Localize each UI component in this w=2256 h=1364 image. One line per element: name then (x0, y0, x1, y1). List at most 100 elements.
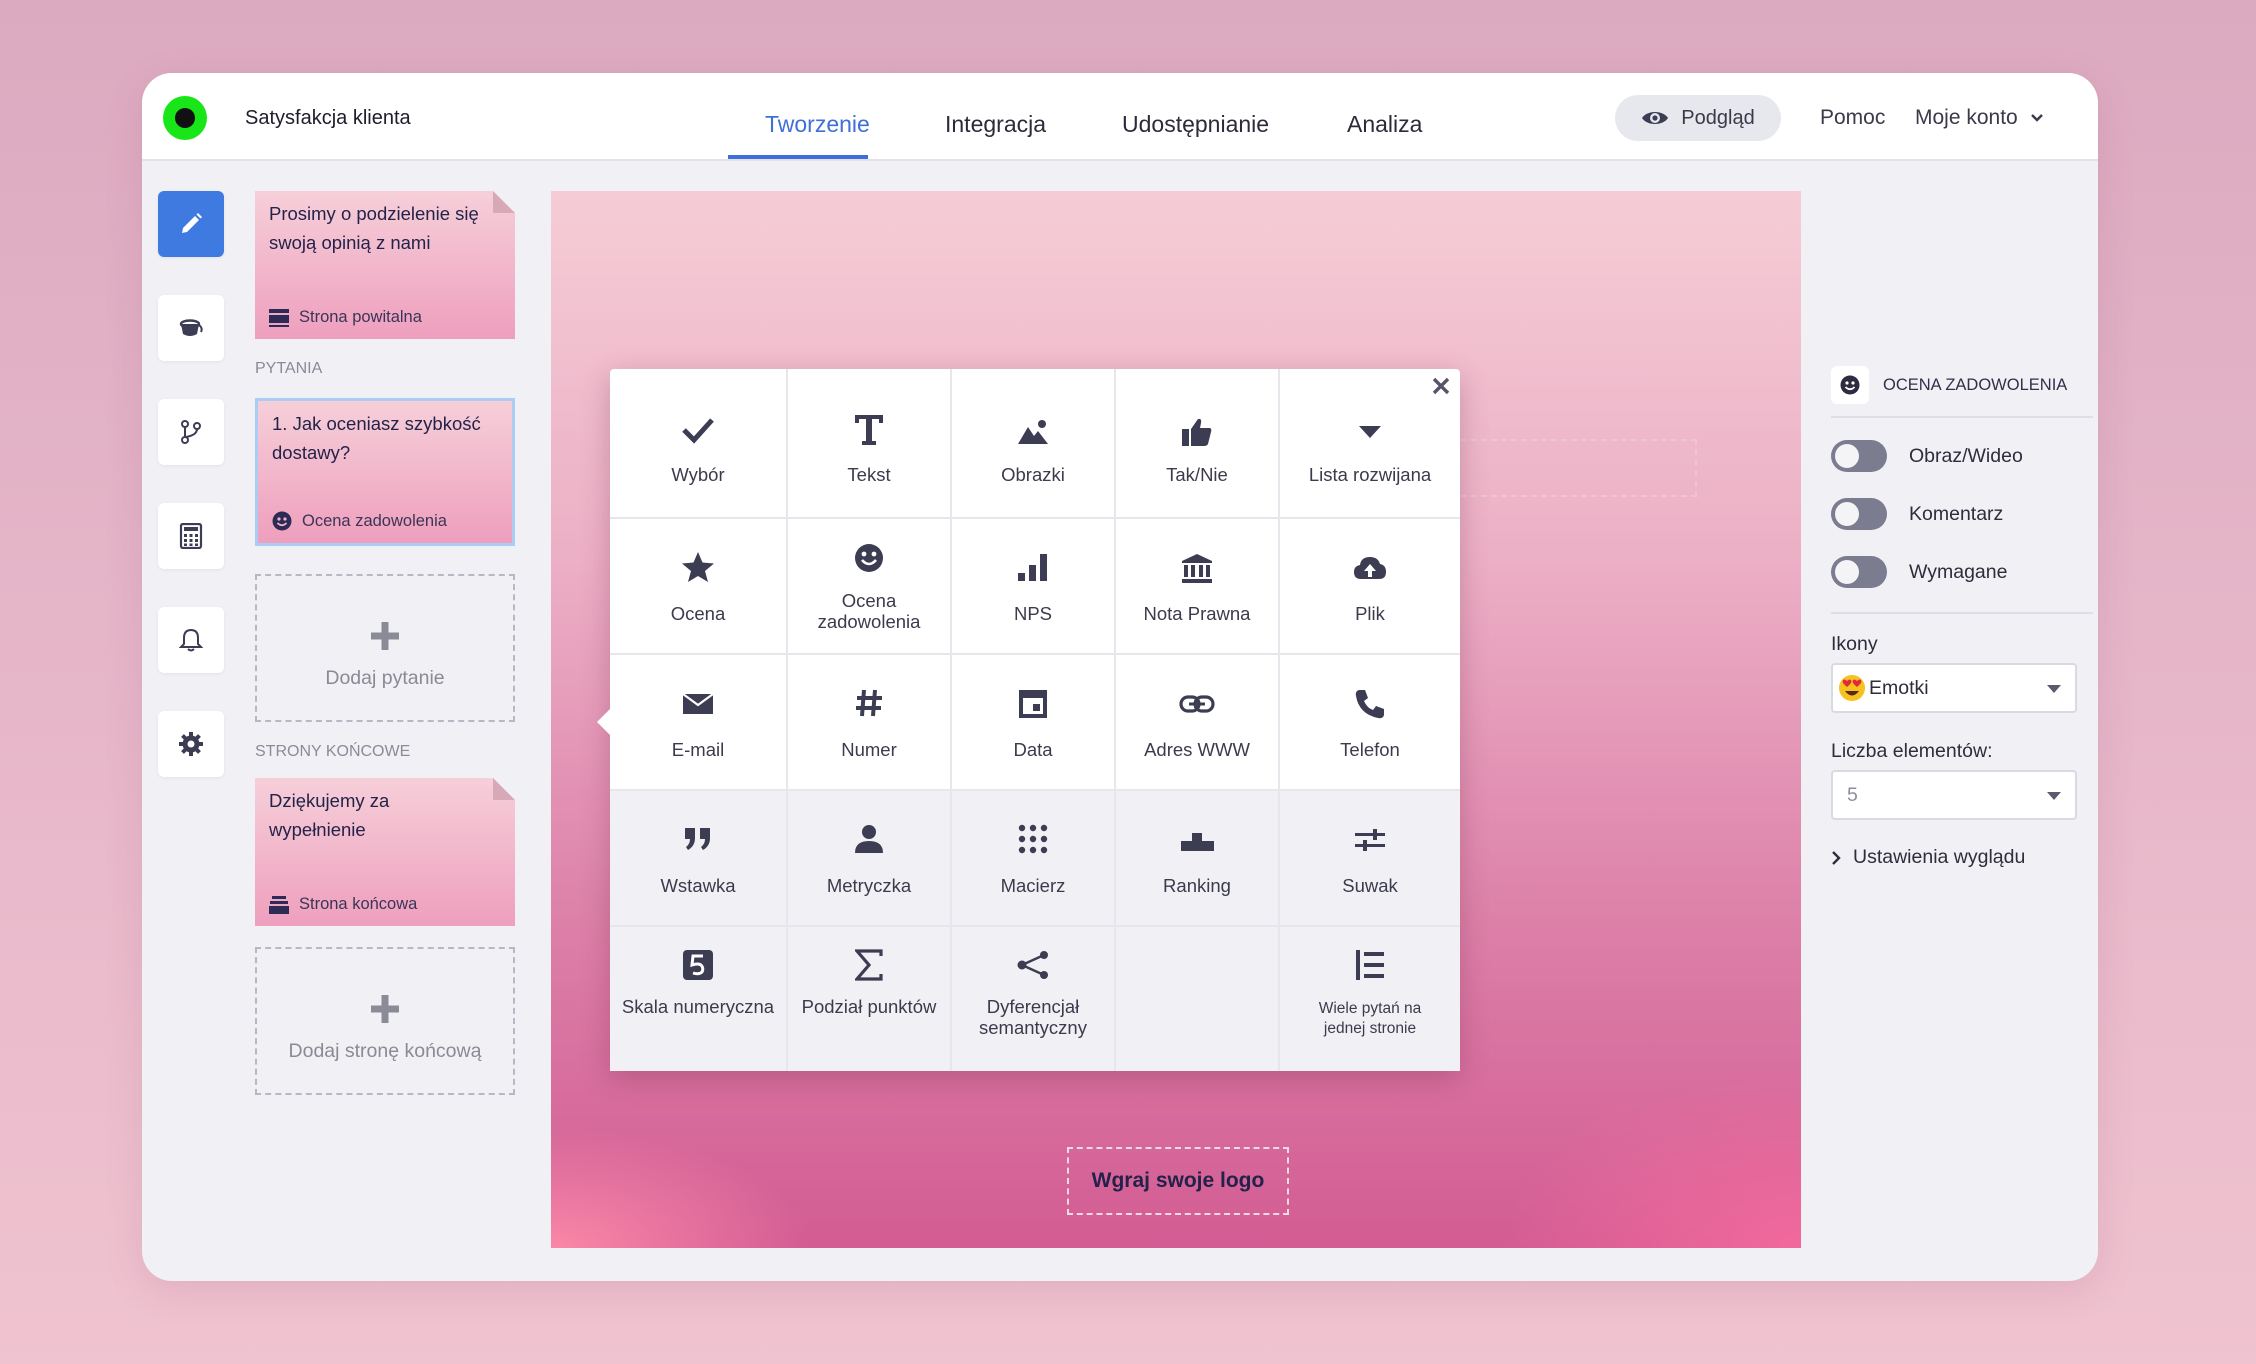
podium-icon (1116, 831, 1278, 851)
type-tekst[interactable]: Tekst (788, 369, 952, 519)
plus-icon (257, 993, 513, 1025)
type-email[interactable]: E-mail (610, 655, 788, 791)
list-icon (1280, 949, 1460, 981)
preview-button[interactable]: Podgląd (1615, 95, 1781, 141)
bar-chart-icon (952, 553, 1114, 581)
heart-eyes-emoji-icon (1837, 673, 1867, 703)
tab-integracja[interactable]: Integracja (945, 111, 1046, 138)
phone-icon (1280, 688, 1460, 720)
top-bar: Satysfakcja klienta Tworzenie Integracja… (142, 73, 2098, 161)
plus-icon (257, 620, 513, 652)
endings-section-label: STRONY KOŃCOWE (255, 743, 411, 760)
type-plik[interactable]: Plik (1280, 519, 1460, 655)
close-icon[interactable] (1432, 377, 1450, 395)
type-wstawka[interactable]: Wstawka (610, 791, 788, 927)
type-telefon[interactable]: Telefon (1280, 655, 1460, 791)
account-label: Moje konto (1915, 106, 2018, 129)
help-link[interactable]: Pomoc (1820, 106, 1885, 130)
caret-down-icon (2047, 685, 2061, 693)
survey-title[interactable]: Satysfakcja klienta (245, 107, 411, 130)
questions-section-label: PYTANIA (255, 360, 323, 377)
toggle-switch[interactable] (1831, 498, 1887, 530)
gear-icon (178, 731, 204, 757)
envelope-icon (610, 693, 786, 715)
type-nota-prawna[interactable]: Nota Prawna (1116, 519, 1280, 655)
toggle-wymagane[interactable]: Wymagane (1831, 556, 2007, 588)
type-adres-www[interactable]: Adres WWW (1116, 655, 1280, 791)
type-ocena[interactable]: Ocena (610, 519, 788, 655)
type-podzial-punktow[interactable]: Podział punktów (788, 927, 952, 1071)
question-type-picker: Wybór Tekst Obrazki Tak/Nie Lista rozwij… (597, 369, 1460, 1071)
hash-icon (788, 689, 950, 717)
nav-notifications-button[interactable] (158, 607, 224, 673)
ending-page-title: Dziękujemy za wypełnienie (269, 790, 390, 840)
grid-dots-icon (952, 824, 1114, 854)
nav-settings-button[interactable] (158, 711, 224, 777)
eye-icon (1641, 109, 1669, 127)
app-window: Satysfakcja klienta Tworzenie Integracja… (142, 73, 2098, 1281)
user-icon (788, 824, 950, 854)
nav-theme-button[interactable] (158, 295, 224, 361)
tab-udostepnianie[interactable]: Udostępnianie (1122, 111, 1269, 138)
calendar-icon (952, 689, 1114, 719)
courthouse-icon (1116, 553, 1278, 583)
add-ending-button[interactable]: Dodaj stronę końcową (255, 947, 515, 1095)
appearance-settings-toggle[interactable]: Ustawienia wyglądu (1831, 846, 2025, 869)
type-suwak[interactable]: Suwak (1280, 791, 1460, 927)
pencil-icon (178, 211, 204, 237)
branch-icon (179, 419, 203, 445)
ending-page-type: Strona końcowa (299, 895, 418, 913)
nav-calculator-button[interactable] (158, 503, 224, 569)
type-ocena-zadowolenia[interactable]: Ocena zadowolenia (788, 519, 952, 655)
tab-tworzenie[interactable]: Tworzenie (765, 111, 870, 138)
type-data[interactable]: Data (952, 655, 1116, 791)
smiley-icon (1831, 366, 1869, 404)
type-skala-numeryczna[interactable]: Skala numeryczna (610, 927, 788, 1071)
icons-select-value: Emotki (1869, 676, 1929, 699)
quote-icon (610, 826, 786, 852)
welcome-page-title: Prosimy o podzielenie się swoją opinią z… (269, 203, 479, 253)
thumbs-up-icon (1116, 417, 1278, 447)
upload-logo-button[interactable]: Wgraj swoje logo (1067, 1147, 1289, 1215)
type-tak-nie[interactable]: Tak/Nie (1116, 369, 1280, 519)
add-question-label: Dodaj pytanie (325, 667, 445, 689)
welcome-page-card[interactable]: Prosimy o podzielenie się swoją opinią z… (255, 191, 515, 339)
type-obrazki[interactable]: Obrazki (952, 369, 1116, 519)
question-type: Ocena zadowolenia (302, 511, 447, 530)
question-title: 1. Jak oceniasz szybkość dostawy? (272, 413, 481, 463)
tab-analiza[interactable]: Analiza (1347, 111, 1422, 138)
add-question-button[interactable]: Dodaj pytanie (255, 574, 515, 722)
icons-select[interactable]: Emotki (1831, 663, 2077, 713)
checkmark-icon (610, 415, 786, 445)
type-wybor[interactable]: Wybór (610, 369, 788, 519)
type-nps[interactable]: NPS (952, 519, 1116, 655)
type-numer[interactable]: Numer (788, 655, 952, 791)
share-nodes-icon (952, 951, 1114, 979)
type-ranking[interactable]: Ranking (1116, 791, 1280, 927)
toggle-switch[interactable] (1831, 440, 1887, 472)
calculator-icon (179, 523, 203, 549)
type-dyferencjal-semantyczny[interactable]: Dyferencjał semantyczny (952, 927, 1116, 1071)
toggle-obraz-wideo[interactable]: Obraz/Wideo (1831, 440, 2023, 472)
ending-page-card[interactable]: Dziękujemy za wypełnienie Strona końcowa (255, 778, 515, 926)
chevron-right-icon (1831, 850, 1841, 866)
toggle-komentarz[interactable]: Komentarz (1831, 498, 2003, 530)
bell-icon (179, 627, 203, 653)
type-wiele-pytan[interactable]: Wiele pytań na jednej stronie (1280, 927, 1460, 1071)
account-menu[interactable]: Moje konto (1915, 106, 2044, 130)
caret-down-icon (2047, 792, 2061, 800)
type-macierz[interactable]: Macierz (952, 791, 1116, 927)
preview-label: Podgląd (1681, 106, 1755, 129)
app-logo[interactable] (163, 96, 207, 140)
welcome-page-icon (269, 308, 289, 327)
placeholder-field (1451, 439, 1697, 497)
toggle-switch[interactable] (1831, 556, 1887, 588)
nav-logic-button[interactable] (158, 399, 224, 465)
add-ending-label: Dodaj stronę końcową (288, 1040, 482, 1062)
question-card[interactable]: 1. Jak oceniasz szybkość dostawy? Ocena … (255, 398, 515, 546)
active-tab-indicator (728, 155, 868, 159)
type-metryczka[interactable]: Metryczka (788, 791, 952, 927)
element-count-select[interactable]: 5 (1831, 770, 2077, 820)
nav-edit-button[interactable] (158, 191, 224, 257)
image-icon (952, 419, 1114, 445)
